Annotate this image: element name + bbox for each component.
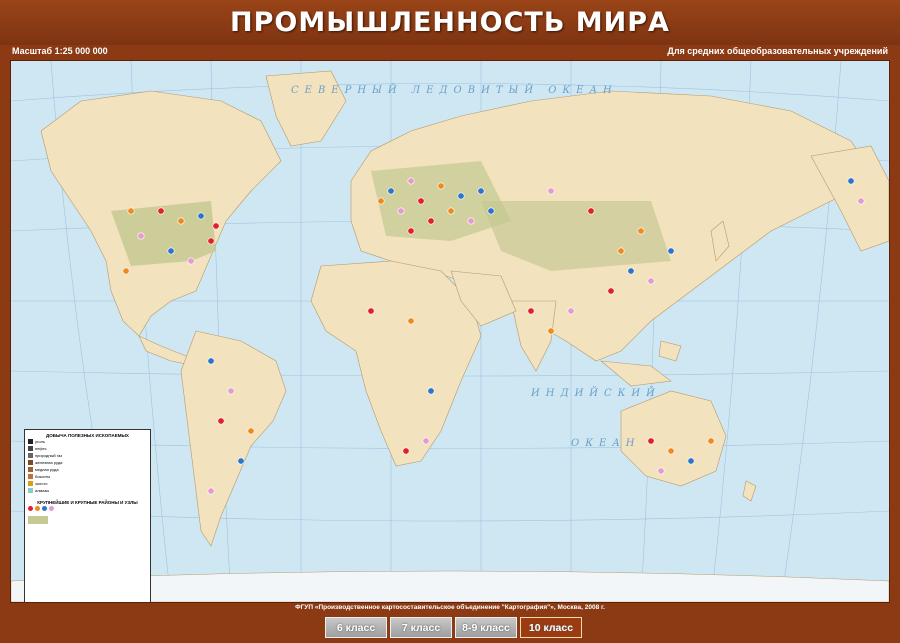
industrial-center-marker bbox=[237, 457, 245, 465]
title-bar: ПРОМЫШЛЕННОСТЬ МИРА bbox=[0, 0, 900, 45]
industrial-center-marker bbox=[207, 487, 215, 495]
industrial-center-marker bbox=[667, 247, 675, 255]
industrial-center-marker bbox=[397, 207, 405, 215]
industrial-center-marker bbox=[657, 467, 665, 475]
industrial-center-marker bbox=[617, 247, 625, 255]
industrial-center-marker bbox=[467, 217, 475, 225]
industrial-center-marker bbox=[122, 267, 130, 275]
industrial-center-marker bbox=[187, 257, 195, 265]
grade-8-9-button[interactable]: 8-9 класс bbox=[455, 617, 517, 638]
industrial-center-marker bbox=[407, 227, 415, 235]
industrial-center-marker bbox=[177, 217, 185, 225]
industrial-center-marker bbox=[547, 187, 555, 195]
industrial-center-marker bbox=[407, 177, 415, 185]
grade-selector: 6 класс 7 класс 8-9 класс 10 класс bbox=[0, 617, 900, 641]
industrial-center-marker bbox=[247, 427, 255, 435]
industrial-center-marker bbox=[707, 437, 715, 445]
industrial-center-marker bbox=[377, 197, 385, 205]
industrial-center-marker bbox=[647, 437, 655, 445]
industrial-center-marker bbox=[137, 232, 145, 240]
legend-item: нефть bbox=[28, 445, 147, 452]
industrial-center-marker bbox=[387, 187, 395, 195]
industrial-center-marker bbox=[587, 207, 595, 215]
legend-subtitle: КРУПНЕЙШИЕ И КРУПНЫЕ РАЙОНЫ И УЗЛЫ bbox=[37, 500, 138, 505]
grade-7-button[interactable]: 7 класс bbox=[390, 617, 452, 638]
industrial-center-marker bbox=[157, 207, 165, 215]
industrial-center-marker bbox=[207, 357, 215, 365]
industrial-center-marker bbox=[647, 277, 655, 285]
industrial-center-marker bbox=[127, 207, 135, 215]
indian-ocean-label-2: ОКЕАН bbox=[571, 438, 641, 449]
industrial-center-marker bbox=[477, 187, 485, 195]
legend-item: медная руда bbox=[28, 466, 147, 473]
industrial-center-marker bbox=[417, 197, 425, 205]
publisher-line: ФГУП «Производственное картосоставительс… bbox=[295, 604, 605, 611]
legend-item: природный газ bbox=[28, 452, 147, 459]
industrial-center-marker bbox=[667, 447, 675, 455]
page-title: ПРОМЫШЛЕННОСТЬ МИРА bbox=[230, 7, 670, 38]
legend-item: железная руда bbox=[28, 459, 147, 466]
industrial-center-marker bbox=[437, 182, 445, 190]
industrial-center-marker bbox=[407, 317, 415, 325]
audience-label: Для средних общеобразовательных учрежден… bbox=[667, 46, 888, 56]
industrial-center-marker bbox=[227, 387, 235, 395]
industrial-center-marker bbox=[457, 192, 465, 200]
industrial-center-marker bbox=[197, 212, 205, 220]
industrial-center-marker bbox=[637, 227, 645, 235]
legend-zone-swatch bbox=[28, 516, 48, 524]
industrial-center-marker bbox=[567, 307, 575, 315]
industrial-center-marker bbox=[422, 437, 430, 445]
industrial-center-marker bbox=[607, 287, 615, 295]
industrial-center-marker bbox=[367, 307, 375, 315]
industrial-center-marker bbox=[207, 237, 215, 245]
industrial-center-marker bbox=[547, 327, 555, 335]
grade-10-button[interactable]: 10 класс bbox=[520, 617, 582, 638]
industrial-center-marker bbox=[687, 457, 695, 465]
legend-center bbox=[28, 505, 147, 512]
industrial-center-marker bbox=[212, 222, 220, 230]
industrial-center-marker bbox=[487, 207, 495, 215]
indian-ocean-label-1: ИНДИЙСКИЙ bbox=[530, 387, 661, 399]
meta-row: Масштаб 1:25 000 000 Для средних общеобр… bbox=[0, 45, 900, 59]
world-map[interactable]: СЕВЕРНЫЙ ЛЕДОВИТЫЙ ОКЕАН ИНДИЙСКИЙ ОКЕАН… bbox=[10, 60, 890, 603]
industrial-center-marker bbox=[427, 387, 435, 395]
industrial-center-marker bbox=[167, 247, 175, 255]
industrial-center-marker bbox=[427, 217, 435, 225]
legend-item: уголь bbox=[28, 438, 147, 445]
map-scale: Масштаб 1:25 000 000 bbox=[12, 46, 108, 56]
legend-item: бокситы bbox=[28, 473, 147, 480]
industrial-center-marker bbox=[217, 417, 225, 425]
industrial-center-marker bbox=[527, 307, 535, 315]
industrial-center-marker bbox=[857, 197, 865, 205]
industrial-center-marker bbox=[847, 177, 855, 185]
legend-item: золото bbox=[28, 480, 147, 487]
industrial-center-marker bbox=[627, 267, 635, 275]
industrial-center-marker bbox=[402, 447, 410, 455]
industrial-center-marker bbox=[447, 207, 455, 215]
arctic-ocean-label: СЕВЕРНЫЙ ЛЕДОВИТЫЙ ОКЕАН bbox=[291, 84, 618, 96]
legend-item: алмазы bbox=[28, 487, 147, 494]
grade-6-button[interactable]: 6 класс bbox=[325, 617, 387, 638]
map-legend: ДОБЫЧА ПОЛЕЗНЫХ ИСКОПАЕМЫХ уголь нефть п… bbox=[24, 429, 151, 602]
